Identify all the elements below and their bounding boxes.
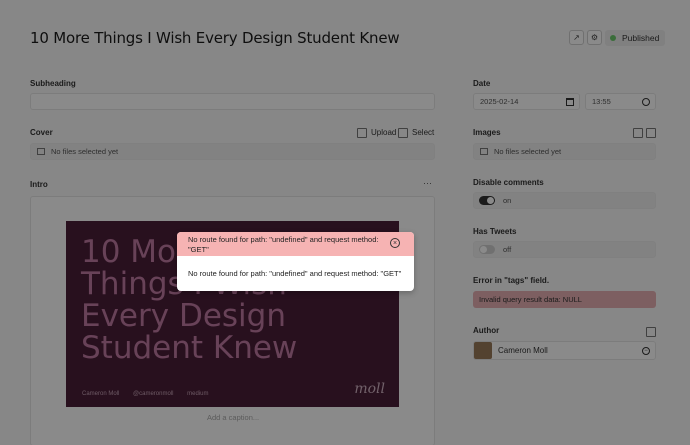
error-toast: No route found for path: "undefined" and… <box>177 232 414 291</box>
modal-overlay[interactable] <box>0 0 690 445</box>
toast-error-message: No route found for path: "undefined" and… <box>188 235 379 254</box>
close-icon[interactable]: × <box>390 238 400 248</box>
toast-detail-message: No route found for path: "undefined" and… <box>188 269 402 278</box>
toast-error-header: No route found for path: "undefined" and… <box>177 232 414 256</box>
